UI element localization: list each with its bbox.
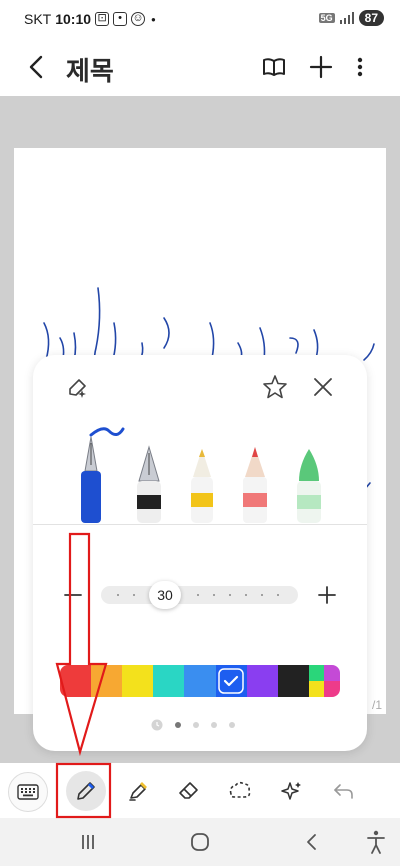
highlighter-tool-icon <box>129 782 147 801</box>
message-icon: • <box>113 12 128 26</box>
page-indicator: /1 <box>372 698 383 712</box>
color-swatch-black[interactable] <box>277 665 309 697</box>
keyboard-icon <box>17 784 39 800</box>
keyboard-button[interactable] <box>8 772 48 812</box>
pen-settings-popup: 30 <box>33 355 367 751</box>
pen-tool-icon <box>77 782 95 800</box>
recent-colors-icon[interactable] <box>151 719 163 731</box>
note-title[interactable]: 제목 <box>66 51 114 88</box>
color-swatch-blue-selected[interactable] <box>215 665 247 697</box>
eraser-tool-button[interactable] <box>171 773 207 809</box>
signal-icon <box>339 12 354 24</box>
slider-tick <box>261 594 263 596</box>
slider-tick <box>197 594 199 596</box>
add-icon[interactable] <box>306 52 336 82</box>
palette-page-dot[interactable] <box>193 722 199 728</box>
battery-indicator: 87 <box>358 10 384 26</box>
slider-tick <box>213 594 215 596</box>
pen-icon[interactable] <box>191 449 213 523</box>
home-icon[interactable] <box>186 828 214 856</box>
bottom-toolbar <box>0 763 400 818</box>
status-left: SKT 10:10 ⊡ • ☺ ● <box>24 11 156 27</box>
network-type-badge: 5G <box>318 13 335 23</box>
palette-page-dot[interactable] <box>175 722 181 728</box>
highlighter-tool-button[interactable] <box>120 773 156 809</box>
slider-tick <box>229 594 231 596</box>
lasso-icon <box>229 781 251 798</box>
undo-icon <box>334 784 353 799</box>
checkmark-icon <box>218 668 244 694</box>
pen-tool-button[interactable] <box>66 771 106 811</box>
status-bar: SKT 10:10 ⊡ • ☺ ● 5G 87 <box>0 0 400 38</box>
color-palette <box>60 665 340 697</box>
calligraphy-pen-icon[interactable] <box>137 445 161 523</box>
size-row: 30 <box>33 575 367 615</box>
pen-divider <box>33 524 367 525</box>
color-swatch-red[interactable] <box>60 665 92 697</box>
dimmed-area-right <box>386 148 400 714</box>
color-swatch-yellow[interactable] <box>122 665 154 697</box>
back-nav-icon[interactable] <box>298 828 326 856</box>
palette-page-dots <box>151 719 235 731</box>
carrier-label: SKT <box>24 11 52 27</box>
pen-edit-icon[interactable] <box>65 374 93 402</box>
highlighter-icon[interactable] <box>297 449 321 523</box>
reading-mode-icon[interactable] <box>260 53 288 81</box>
color-swatch-teal[interactable] <box>153 665 185 697</box>
color-swatch-light-blue[interactable] <box>184 665 216 697</box>
eraser-icon <box>179 782 198 799</box>
color-swatch-purple[interactable] <box>246 665 278 697</box>
slider-tick <box>245 594 247 596</box>
notification-dot-icon: ● <box>151 14 156 24</box>
system-navigation-bar <box>0 818 400 866</box>
clock: 10:10 <box>55 11 92 27</box>
undo-button[interactable] <box>326 773 362 809</box>
decrease-size-icon[interactable] <box>63 585 83 605</box>
lasso-tool-button[interactable] <box>222 773 258 809</box>
back-arrow-icon[interactable] <box>22 52 52 82</box>
sparkle-icon <box>281 782 301 800</box>
fountain-pen-icon[interactable] <box>81 427 125 523</box>
emoji-icon: ☺ <box>131 12 146 26</box>
status-right: 5G 87 <box>318 10 384 26</box>
palette-page-dot[interactable] <box>229 722 235 728</box>
more-options-icon[interactable] <box>348 52 372 82</box>
screenshot-icon: ⊡ <box>95 12 110 26</box>
slider-tick <box>117 594 119 596</box>
pen-type-icons <box>81 427 321 523</box>
ai-assist-button[interactable] <box>274 773 310 809</box>
recent-apps-icon[interactable] <box>74 828 102 856</box>
dimmed-area-top <box>0 96 400 148</box>
favorite-star-icon[interactable] <box>261 373 289 401</box>
screen: SKT 10:10 ⊡ • ☺ ● 5G 87 제목 /1 30 <box>0 0 400 866</box>
accessibility-icon[interactable] <box>362 828 390 856</box>
dimmed-area-left <box>0 148 14 714</box>
pen-type-row <box>33 425 367 525</box>
app-bar: 제목 <box>0 38 400 96</box>
close-icon[interactable] <box>309 373 337 401</box>
slider-tick <box>277 594 279 596</box>
palette-page-dot[interactable] <box>211 722 217 728</box>
size-slider[interactable] <box>101 586 298 604</box>
pencil-icon[interactable] <box>243 447 267 523</box>
color-swatch-orange[interactable] <box>91 665 123 697</box>
slider-tick <box>133 594 135 596</box>
increase-size-icon[interactable] <box>317 585 337 605</box>
color-picker-swatch[interactable] <box>308 665 340 697</box>
size-slider-thumb[interactable]: 30 <box>149 581 181 609</box>
